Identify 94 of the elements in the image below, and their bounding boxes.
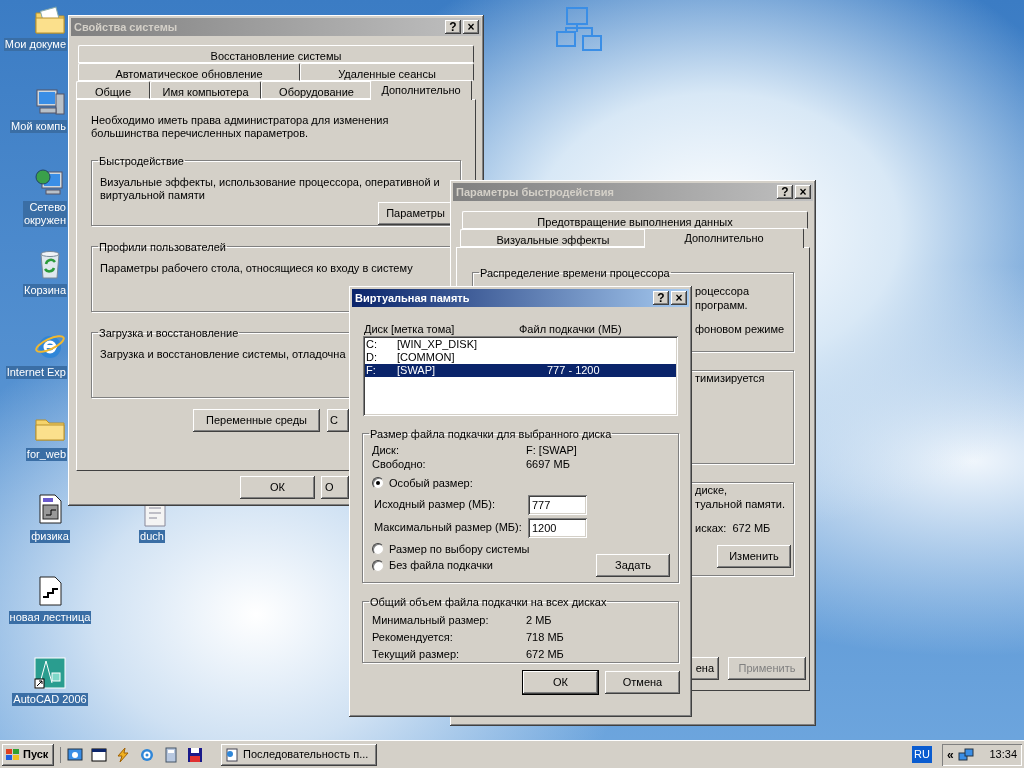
group-title: Распределение времени процессора bbox=[480, 267, 670, 279]
tab[interactable]: Удаленные сеансы bbox=[300, 63, 474, 81]
computer-icon bbox=[34, 86, 66, 118]
language-indicator[interactable]: RU bbox=[912, 746, 932, 763]
admin-note: Необходимо иметь права администратора для изменения большинства перечисленных параметров. bbox=[91, 114, 390, 140]
panel-button[interactable]: С bbox=[327, 409, 349, 432]
icon-label[interactable]: for_web bbox=[25, 448, 67, 461]
tab[interactable]: Дополнительно bbox=[644, 228, 804, 248]
document-icon bbox=[225, 747, 239, 762]
total-value: 2 МБ bbox=[526, 613, 552, 628]
folder-icon bbox=[34, 5, 66, 37]
group-title: Загрузка и восстановление bbox=[99, 327, 239, 339]
ok-button[interactable]: ОК bbox=[523, 671, 598, 694]
group-title: Общий объем файла подкачки на всех дисках bbox=[370, 596, 607, 608]
radio-button[interactable] bbox=[372, 477, 384, 490]
total-label: Рекомендуется: bbox=[372, 630, 454, 645]
close-button[interactable]: × bbox=[795, 185, 811, 199]
size-input[interactable]: 1200 bbox=[528, 517, 587, 538]
start-button[interactable]: Пуск bbox=[2, 743, 54, 766]
tab[interactable]: Общие bbox=[76, 81, 150, 99]
column-header: Диск [метка тома] bbox=[364, 322, 456, 336]
group-description: Загрузка и восстановление системы, отладочна bbox=[100, 348, 346, 361]
tray-expand-button[interactable]: « bbox=[947, 748, 954, 761]
icon-label[interactable]: новая лестница bbox=[8, 611, 92, 624]
close-button[interactable]: × bbox=[463, 20, 479, 34]
cancel-button[interactable]: Отмена bbox=[605, 671, 680, 694]
icon-label[interactable]: Internet Exp bbox=[5, 366, 67, 379]
help-button[interactable]: ? bbox=[445, 20, 461, 34]
info-value: 6697 МБ bbox=[526, 457, 570, 471]
group-description: Параметры рабочего стола, относящиеся ко входу в систему bbox=[100, 262, 414, 275]
cad-app-icon bbox=[34, 657, 66, 689]
icon-label[interactable]: Сетево окружен bbox=[22, 201, 67, 227]
group-description: Визуальные эффекты, использование процессора, оперативной и виртуальной памяти bbox=[100, 176, 441, 202]
description-text: фоновом режиме bbox=[695, 322, 785, 336]
description-text: диске, туальной памяти. bbox=[695, 483, 785, 511]
info-value: F: [SWAP] bbox=[526, 443, 577, 457]
total-label: Минимальный размер: bbox=[372, 613, 490, 628]
icon-label[interactable]: Мои докуме bbox=[3, 38, 67, 51]
icon-label[interactable]: Корзина bbox=[23, 284, 67, 297]
size-input[interactable]: 777 bbox=[528, 494, 587, 515]
drive-row[interactable]: D: [COMMON] bbox=[365, 351, 676, 364]
drive-row[interactable]: C: [WIN_XP_DISK] bbox=[365, 338, 676, 351]
column-header: Файл подкачки (МБ) bbox=[519, 322, 622, 336]
windows-logo-icon bbox=[5, 747, 21, 762]
window-title: Параметры быстродействия bbox=[456, 184, 615, 200]
help-button[interactable]: ? bbox=[777, 185, 793, 199]
window-title: Свойства системы bbox=[74, 19, 179, 35]
settings-button[interactable]: Параметры bbox=[378, 202, 453, 225]
field-label: Максимальный размер (МБ): bbox=[374, 520, 523, 536]
total-value: 672 МБ bbox=[526, 647, 564, 662]
group-title: Быстродействие bbox=[99, 155, 184, 167]
dialog-button[interactable]: О bbox=[321, 476, 349, 499]
tab[interactable]: Восстановление системы bbox=[78, 45, 474, 63]
tab[interactable]: Предотвращение выполнения данных bbox=[462, 211, 808, 229]
tab[interactable]: Оборудование bbox=[261, 81, 372, 99]
clock: 13:34 bbox=[989, 747, 1017, 763]
description-text: тимизируется bbox=[695, 371, 766, 385]
panel-button[interactable]: Переменные среды bbox=[193, 409, 320, 432]
ok-button[interactable]: ОК bbox=[240, 476, 315, 499]
radio-button[interactable] bbox=[372, 559, 384, 572]
help-button[interactable]: ? bbox=[653, 291, 669, 305]
tab[interactable]: Дополнительно bbox=[370, 80, 472, 100]
window-icon[interactable] bbox=[91, 746, 107, 763]
icon-label[interactable]: duch bbox=[139, 530, 165, 543]
change-button[interactable]: Изменить bbox=[717, 545, 791, 568]
field-label: Исходный размер (МБ): bbox=[374, 497, 497, 513]
dialog-button[interactable]: ена bbox=[691, 657, 719, 680]
window-title: Виртуальная память bbox=[355, 290, 471, 306]
info-label: Свободно: bbox=[372, 457, 427, 471]
group-title: Размер файла подкачки для выбранного диска bbox=[370, 428, 612, 440]
lightning-icon[interactable] bbox=[115, 746, 131, 763]
icon-label[interactable]: AutoCAD 2006 bbox=[12, 693, 88, 706]
icon-label[interactable]: Мой компь bbox=[10, 120, 67, 133]
description-text: исках: 672 МБ bbox=[695, 521, 772, 535]
description-text: роцессора программ. bbox=[695, 284, 750, 312]
network-computer-icon bbox=[34, 166, 66, 198]
total-value: 718 МБ bbox=[526, 630, 564, 645]
icon-label[interactable]: физика bbox=[30, 530, 70, 543]
radio-label: Размер по выбору системы bbox=[389, 541, 530, 557]
tab[interactable]: Автоматическое обновление bbox=[78, 63, 300, 81]
calculator-icon[interactable] bbox=[163, 746, 179, 763]
tab[interactable]: Имя компьютера bbox=[150, 81, 261, 99]
drive-row[interactable]: F: [SWAP] 777 - 1200 bbox=[365, 364, 676, 377]
task-button[interactable]: Последовательность п... bbox=[221, 743, 377, 766]
set-button[interactable]: Задать bbox=[596, 554, 670, 577]
radio-label: Особый размер: bbox=[389, 476, 473, 491]
desktop-icon[interactable] bbox=[67, 746, 83, 763]
tab[interactable]: Визуальные эффекты bbox=[460, 229, 646, 247]
total-label: Текущий размер: bbox=[372, 647, 461, 662]
radio-label: Без файла подкачки bbox=[389, 558, 493, 574]
group-title: Профили пользователей bbox=[99, 241, 226, 253]
close-button[interactable]: × bbox=[671, 291, 687, 305]
network-computers-icon[interactable] bbox=[957, 746, 974, 763]
info-label: Диск: bbox=[372, 443, 400, 457]
